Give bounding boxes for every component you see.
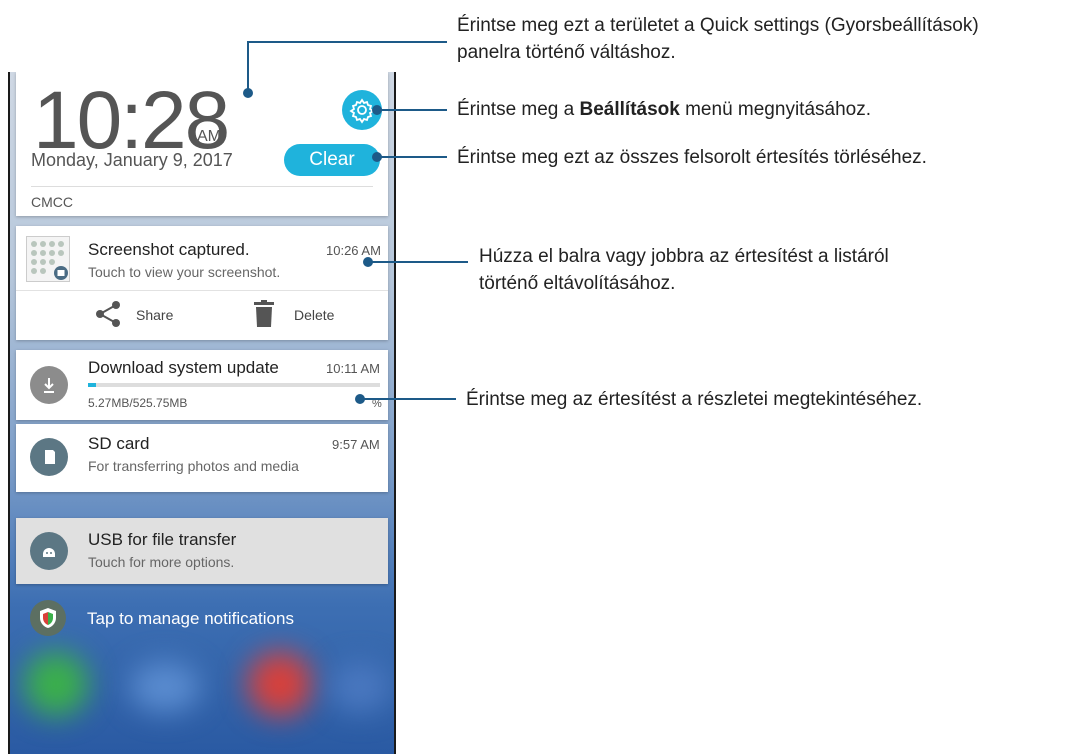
download-progress-text: 5.27MB/525.75MB <box>88 396 188 410</box>
callout-line-2: történő eltávolításához. <box>479 273 676 294</box>
callout-bold: Beállítások <box>579 99 680 120</box>
callout-suffix: menü megnyitásához. <box>679 99 871 120</box>
delete-action[interactable]: Delete <box>252 300 362 332</box>
notification-title: SD card <box>88 434 150 453</box>
callout-line-1: Érintse meg ezt a területet a Quick sett… <box>457 15 979 36</box>
share-icon <box>96 301 120 327</box>
callout-prefix: Érintse meg a <box>457 99 580 120</box>
notification-screenshot[interactable]: Screenshot captured. Touch to view your … <box>16 226 388 340</box>
divider <box>31 186 373 187</box>
download-icon <box>30 366 68 404</box>
wallpaper-blob <box>130 662 200 712</box>
trash-icon <box>254 300 274 327</box>
callout-quick-settings: Érintse meg ezt a területet a Quick sett… <box>457 12 979 66</box>
callout-swipe: Húzza el balra vagy jobbra az értesítést… <box>479 243 889 297</box>
notification-sd-card[interactable]: SD card For transferring photos and medi… <box>16 424 388 492</box>
wallpaper-blob <box>24 652 88 716</box>
callout-line-1: Húzza el balra vagy jobbra az értesítést… <box>479 246 889 267</box>
notification-subtitle: Touch for more options. <box>88 554 235 570</box>
callout-line <box>247 41 447 43</box>
notification-time: 10:26 AM <box>326 243 381 258</box>
callout-line <box>377 156 447 158</box>
carrier-label: CMCC <box>31 194 73 210</box>
manage-notifications-link[interactable]: Tap to manage notifications <box>30 600 380 640</box>
android-icon <box>30 532 68 570</box>
callout-line <box>360 398 456 400</box>
divider <box>16 290 388 291</box>
clear-all-button[interactable]: Clear <box>284 144 380 176</box>
sd-card-icon <box>30 438 68 476</box>
callout-details: Érintse meg az értesítést a részletei me… <box>466 389 923 410</box>
quick-settings-header[interactable]: 10:28 AM Monday, January 9, 2017 Clear C… <box>16 72 388 216</box>
notification-usb[interactable]: USB for file transfer Touch for more opt… <box>16 518 388 584</box>
delete-label: Delete <box>294 307 335 323</box>
callout-line-2: panelra történő váltáshoz. <box>457 42 676 63</box>
notification-subtitle: For transferring photos and media <box>88 458 299 474</box>
callout-line <box>377 109 447 111</box>
screenshot-thumbnail-icon <box>26 236 70 282</box>
notification-time: 10:11 AM <box>326 361 380 376</box>
notification-title: Download system update <box>88 358 279 377</box>
callout-settings: Érintse meg a Beállítások menü megnyitás… <box>457 96 871 123</box>
notification-time: 9:57 AM <box>332 437 380 452</box>
share-action[interactable]: Share <box>90 300 200 332</box>
notification-title: Screenshot captured. <box>88 240 250 259</box>
notification-shade: 10:28 AM Monday, January 9, 2017 Clear C… <box>8 72 396 754</box>
wallpaper-blob <box>248 652 312 716</box>
callout-line <box>247 42 249 93</box>
manage-notifications-label: Tap to manage notifications <box>87 609 294 628</box>
wallpaper-blob <box>330 662 390 712</box>
shield-icon <box>30 600 66 636</box>
callout-line <box>368 261 468 263</box>
clock-ampm: AM <box>197 128 221 145</box>
notification-system-update[interactable]: Download system update 10:11 AM 5.27MB/5… <box>16 350 388 420</box>
notification-subtitle: Touch to view your screenshot. <box>88 264 281 280</box>
download-progress-fill <box>88 383 96 387</box>
notification-title: USB for file transfer <box>88 530 237 549</box>
date-label: Monday, January 9, 2017 <box>31 150 233 170</box>
download-progress-bar <box>88 383 380 387</box>
share-label: Share <box>136 307 174 323</box>
callout-clear: Érintse meg ezt az összes felsorolt érte… <box>457 147 927 168</box>
